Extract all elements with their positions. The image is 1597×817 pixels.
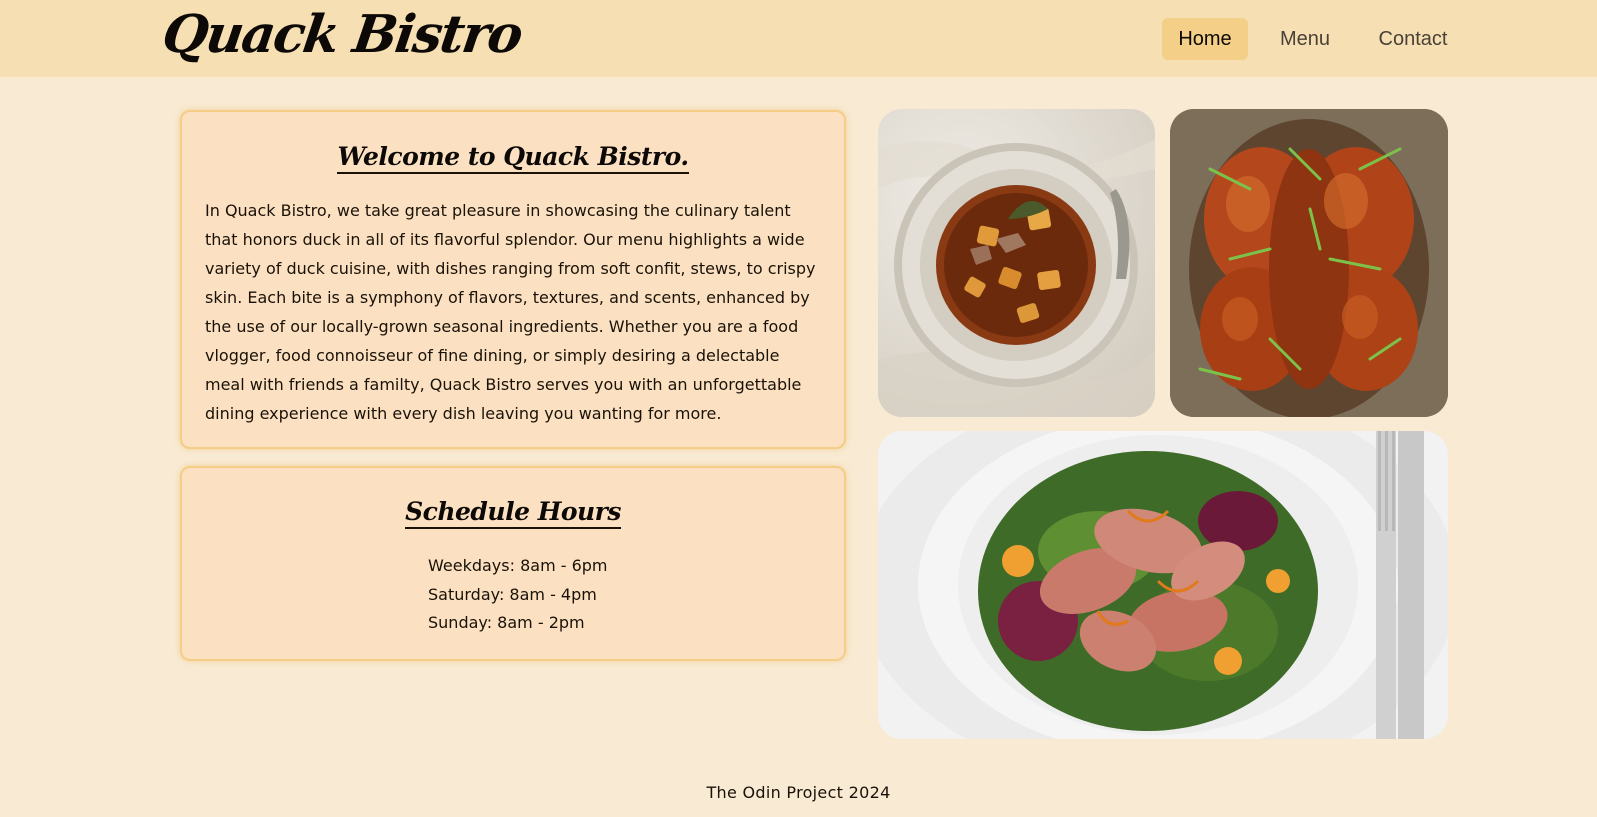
schedule-item-saturday: Saturday: 8am - 4pm — [428, 584, 597, 604]
nav-home-link[interactable]: Home — [1162, 18, 1248, 60]
nav-contact-link[interactable]: Contact — [1362, 18, 1464, 60]
schedule-item-sunday: Sunday: 8am - 2pm — [428, 613, 585, 632]
schedule-card: Schedule Hours Weekdays: 8am - 6pm Satur… — [180, 466, 846, 661]
welcome-card: Welcome to Quack Bistro. In Quack Bistro… — [180, 110, 846, 449]
footer-text: The Odin Project 2024 — [706, 783, 891, 802]
duck-salad-photo — [878, 431, 1448, 739]
roast-duck-photo — [1170, 109, 1448, 417]
duck-stew-photo — [878, 109, 1155, 417]
welcome-text: In Quack Bistro, we take great pleasure … — [205, 201, 816, 423]
schedule-title: Schedule Hours — [182, 497, 844, 529]
schedule-list: Weekdays: 8am - 6pm Saturday: 8am - 4pm … — [428, 552, 608, 638]
nav-menu-link[interactable]: Menu — [1263, 18, 1347, 60]
main-nav: Home Menu Contact — [0, 18, 1597, 60]
top-header: Quack Bistro Home Menu Contact — [0, 0, 1597, 77]
welcome-title: Welcome to Quack Bistro. — [182, 142, 844, 174]
schedule-item-weekdays: Weekdays: 8am - 6pm — [428, 556, 608, 575]
